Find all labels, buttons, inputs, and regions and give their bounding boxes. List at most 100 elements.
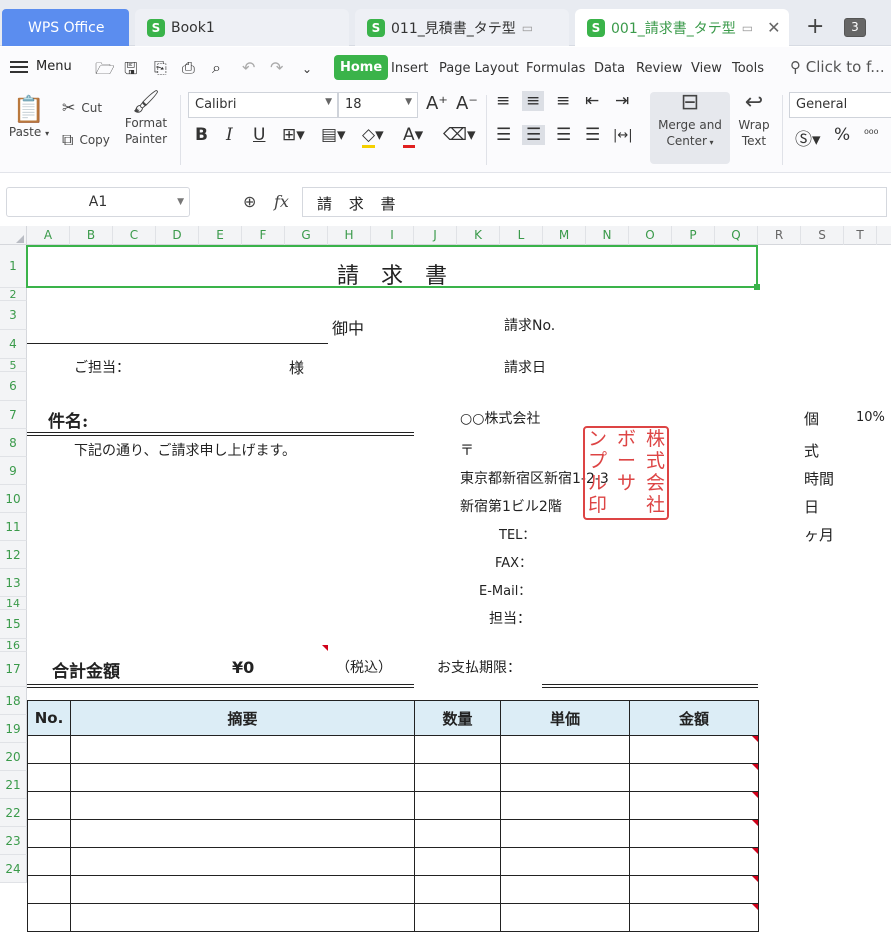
cell-style-icon[interactable]: ▤▾ <box>321 125 346 145</box>
row-header-cell[interactable]: 9 <box>0 457 27 485</box>
menu-button[interactable]: Menu <box>10 59 72 74</box>
row-header-cell[interactable]: 23 <box>0 827 27 855</box>
row-header-cell[interactable]: 18 <box>0 687 27 715</box>
increase-indent-icon[interactable]: ⇥ <box>615 91 629 111</box>
save-icon[interactable]: 🖫 <box>124 58 138 85</box>
table-cell[interactable] <box>70 903 415 932</box>
tab-home[interactable]: Home <box>334 55 389 80</box>
table-cell[interactable] <box>500 847 630 876</box>
name-box[interactable]: A1 ▼ <box>6 187 190 217</box>
tab-quote[interactable]: S 011_見積書_タテ型 ▭ <box>355 9 569 46</box>
bold-icon[interactable]: B <box>195 125 208 145</box>
chevron-down-icon[interactable]: ⌄ <box>302 62 312 76</box>
cut-button[interactable]: ✂ Cut <box>62 98 102 117</box>
header-quantity[interactable]: 数量 <box>414 700 501 736</box>
format-painter-button[interactable]: 🖌 Format Painter <box>122 92 170 147</box>
row-header-cell[interactable]: 10 <box>0 485 27 513</box>
row-header-cell[interactable]: 22 <box>0 799 27 827</box>
column-header-cell[interactable]: B <box>70 226 113 245</box>
row-header-cell[interactable]: 24 <box>0 855 27 883</box>
close-icon[interactable]: ✕ <box>767 18 780 37</box>
function-icon[interactable]: fx <box>274 192 289 211</box>
table-cell[interactable] <box>70 875 415 904</box>
row-header-cell[interactable]: 2 <box>0 288 27 301</box>
decrease-font-icon[interactable]: A⁻ <box>456 93 478 114</box>
tab-wps-office[interactable]: WPS Office <box>2 9 129 46</box>
row-header-cell[interactable]: 16 <box>0 639 27 652</box>
merge-center-label[interactable]: ⊟ Merge and Center ▾ <box>650 92 730 151</box>
row-header-cell[interactable]: 7 <box>0 401 27 429</box>
select-all-corner[interactable] <box>0 226 27 245</box>
column-header-cell[interactable]: S <box>801 226 844 245</box>
table-cell[interactable] <box>27 819 71 848</box>
row-header-cell[interactable]: 12 <box>0 541 27 569</box>
table-cell[interactable] <box>629 763 759 792</box>
table-cell[interactable] <box>414 819 501 848</box>
tab-data[interactable]: Data <box>594 61 625 76</box>
tab-invoice[interactable]: S 001_請求書_タテ型 ▭ ✕ <box>575 9 789 46</box>
redo-icon[interactable]: ↷ <box>270 58 283 77</box>
wrap-text-button[interactable]: ↩ Wrap Text <box>734 92 774 149</box>
row-header-cell[interactable]: 11 <box>0 513 27 541</box>
table-cell[interactable] <box>500 903 630 932</box>
tab-count-badge[interactable]: 3 <box>844 18 866 37</box>
table-cell[interactable] <box>27 735 71 764</box>
table-cell[interactable] <box>629 791 759 820</box>
row-header-cell[interactable]: 21 <box>0 771 27 799</box>
table-cell[interactable] <box>500 791 630 820</box>
column-header-cell[interactable]: C <box>113 226 156 245</box>
row-header-cell[interactable]: 3 <box>0 301 27 330</box>
table-cell[interactable] <box>70 847 415 876</box>
table-cell[interactable] <box>414 903 501 932</box>
paste-button[interactable]: 📋 Paste ▾ <box>8 95 50 139</box>
table-cell[interactable] <box>500 763 630 792</box>
table-cell[interactable] <box>414 763 501 792</box>
row-header-cell[interactable]: 13 <box>0 569 27 597</box>
table-cell[interactable] <box>27 903 71 932</box>
print-icon[interactable]: ⎙ <box>182 58 195 78</box>
row-header-cell[interactable]: 6 <box>0 372 27 401</box>
tab-formulas[interactable]: Formulas <box>526 61 585 76</box>
row-header-cell[interactable]: 20 <box>0 743 27 771</box>
table-cell[interactable] <box>70 819 415 848</box>
currency-icon[interactable]: Ⓢ▾ <box>795 125 821 150</box>
column-header-cell[interactable]: K <box>457 226 500 245</box>
table-cell[interactable] <box>414 735 501 764</box>
tab-view[interactable]: View <box>691 61 722 76</box>
tab-tools[interactable]: Tools <box>732 61 764 76</box>
table-cell[interactable] <box>500 875 630 904</box>
number-format-select[interactable]: General <box>789 92 891 118</box>
table-cell[interactable] <box>27 847 71 876</box>
font-name-select[interactable]: Calibri ▼ <box>188 92 338 118</box>
align-bottom-icon[interactable]: ≡ <box>556 91 570 111</box>
table-cell[interactable] <box>629 875 759 904</box>
fill-color-icon[interactable]: ◇▾ <box>362 125 384 148</box>
row-header-cell[interactable]: 14 <box>0 597 27 610</box>
spreadsheet-grid[interactable]: ABCDEFGHIJKLMNOPQRST 1 2 3 4 5 6 7 8 9 10 11 12 13 14… <box>0 226 891 937</box>
tab-book1[interactable]: S Book1 <box>135 9 349 46</box>
row-header-cell[interactable]: 15 <box>0 610 27 639</box>
table-cell[interactable] <box>414 791 501 820</box>
column-header-cell[interactable]: Q <box>715 226 758 245</box>
table-cell[interactable] <box>629 847 759 876</box>
header-description[interactable]: 摘要 <box>70 700 415 736</box>
align-right-icon[interactable]: ☰ <box>556 125 571 145</box>
copy-button[interactable]: ⧉ Copy <box>62 130 110 150</box>
column-header-cell[interactable]: G <box>285 226 328 245</box>
header-amount[interactable]: 金額 <box>629 700 759 736</box>
thousands-separator-icon[interactable]: ⁰⁰⁰ <box>864 127 878 141</box>
table-cell[interactable] <box>70 735 415 764</box>
column-header-cell[interactable]: D <box>156 226 199 245</box>
undo-icon[interactable]: ↶ <box>242 58 255 77</box>
new-tab-icon[interactable]: + <box>806 14 824 39</box>
row-header-cell[interactable]: 4 <box>0 330 27 359</box>
percent-icon[interactable]: % <box>834 125 850 145</box>
row-header-cell[interactable]: 5 <box>0 359 27 372</box>
column-header-cell[interactable]: O <box>629 226 672 245</box>
column-header-cell[interactable]: T <box>844 226 877 245</box>
search-box[interactable]: ⚲ Click to f... <box>790 58 885 76</box>
tab-page-layout[interactable]: Page Layout <box>439 61 519 76</box>
header-no[interactable]: No. <box>27 700 71 736</box>
table-cell[interactable] <box>629 819 759 848</box>
eraser-icon[interactable]: ⌫▾ <box>443 125 476 145</box>
